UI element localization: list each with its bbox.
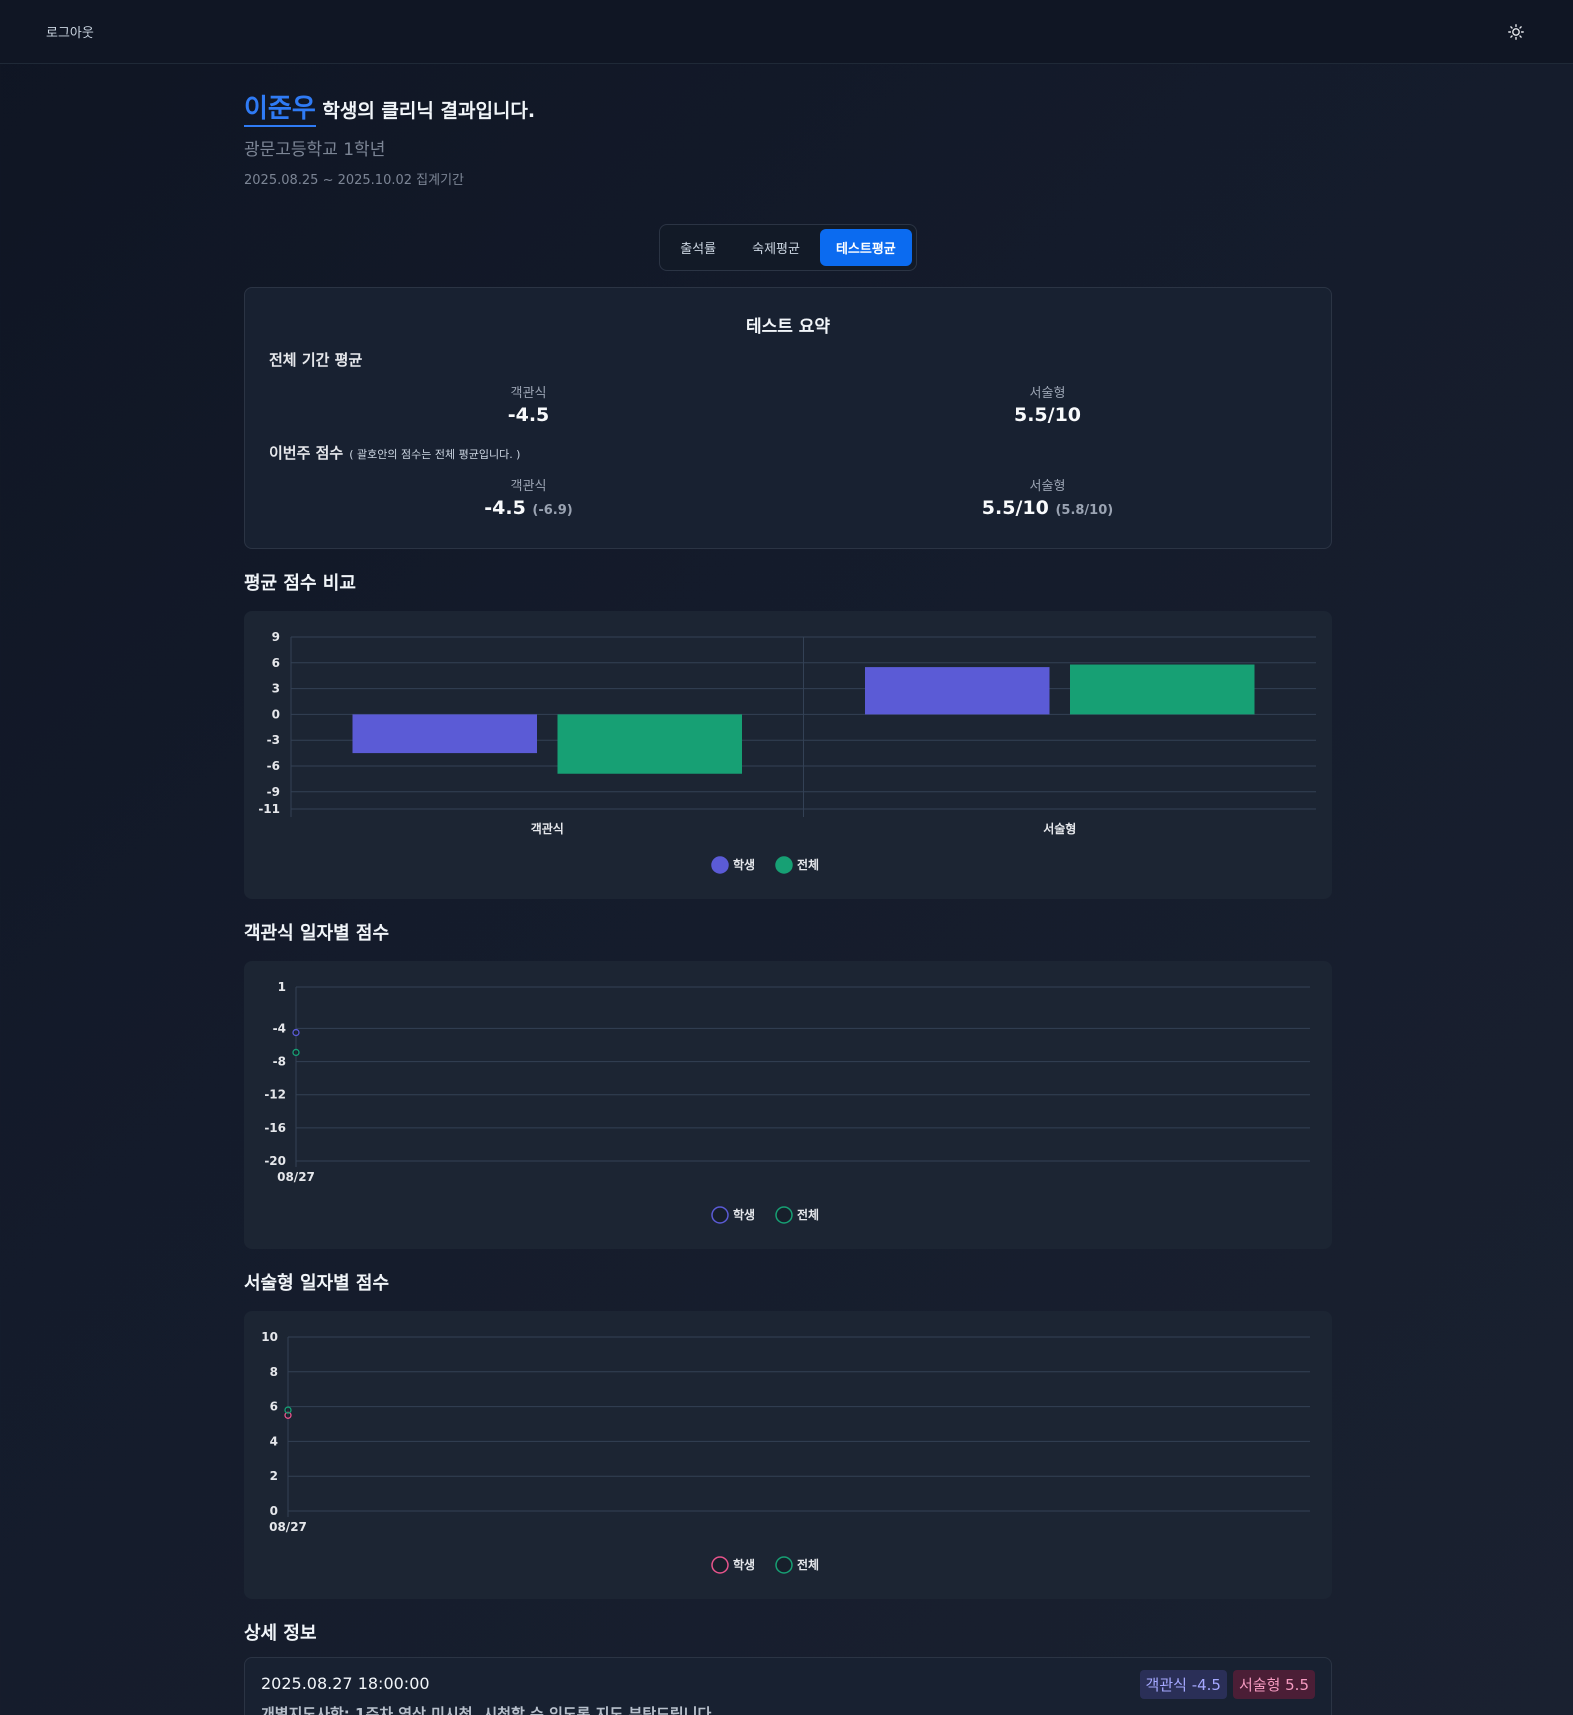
tab-bar: 출석률 숙제평균 테스트평균 <box>659 224 917 271</box>
stat-label: 객관식 <box>510 386 547 401</box>
bar-학생 <box>352 714 537 754</box>
legend-marker <box>711 1206 729 1224</box>
overall-descriptive-stat: 서술형 5.5/10 <box>788 382 1307 426</box>
stat-value: -4.5 <box>507 404 550 426</box>
y-tick-label: 4 <box>270 1434 278 1448</box>
avg-compare-title: 평균 점수 비교 <box>244 573 356 594</box>
y-tick-label: -3 <box>267 733 280 747</box>
point-전체 <box>284 1406 292 1414</box>
stat-value: 5.5/10 <box>1013 404 1082 426</box>
weekly-objective-stat: 객관식 -4.5 (-6.9) <box>269 475 788 519</box>
y-tick-label: -12 <box>264 1088 286 1102</box>
y-tick-label: 10 <box>261 1330 278 1344</box>
y-tick-label: 8 <box>270 1365 278 1379</box>
weekly-score-title: 이번주 점수 ( 괄호안의 점수는 전체 평균입니다. ) <box>269 442 1307 463</box>
sun-icon <box>1508 23 1524 40</box>
x-tick-label: 08/27 <box>277 1170 315 1184</box>
x-tick-label: 08/27 <box>269 1520 307 1534</box>
weekly-descriptive-stat: 서술형 5.5/10 (5.8/10) <box>788 475 1307 519</box>
y-tick-label: 0 <box>270 1504 278 1518</box>
legend-marker <box>711 1556 729 1574</box>
weekly-descriptive-value: 5.5/10 <box>981 497 1049 519</box>
weekly-note: ( 괄호안의 점수는 전체 평균입니다. ) <box>349 448 521 461</box>
y-tick-label: -20 <box>264 1154 286 1168</box>
y-tick-label: -8 <box>273 1055 286 1069</box>
weekly-objective-average: (-6.9) <box>532 503 573 518</box>
point-학생 <box>292 1028 300 1037</box>
overall-objective-stat: 객관식 -4.5 <box>269 382 788 426</box>
legend-label: 학생 <box>733 1207 755 1222</box>
page-title: 이준우 학생의 클리닉 결과입니다. <box>244 88 1332 127</box>
stat-label: 서술형 <box>1029 386 1066 401</box>
top-bar: 로그아웃 <box>0 0 1573 64</box>
bar-전체 <box>557 714 742 774</box>
y-tick-label: 6 <box>272 656 280 670</box>
x-tick-label: 서술형 <box>1043 821 1076 836</box>
y-tick-label: 6 <box>270 1400 278 1414</box>
descriptive-daily-svg: 10 8 6 4 2 0 08/27 학생 전체 <box>261 1330 1310 1574</box>
y-tick-label: -4 <box>273 1021 286 1035</box>
y-tick-label: -16 <box>264 1121 286 1135</box>
test-summary-card: 테스트 요약 전체 기간 평균 객관식 -4.5 서술형 5.5/10 이번주 … <box>244 287 1332 549</box>
stat-label: 서술형 <box>1029 479 1066 494</box>
legend-label: 전체 <box>797 1207 819 1222</box>
bar-학생 <box>865 667 1050 715</box>
tab-attendance[interactable]: 출석률 <box>664 229 732 266</box>
x-tick-label: 객관식 <box>531 821 564 836</box>
legend-marker <box>775 856 793 874</box>
y-tick-label: -9 <box>267 785 280 799</box>
legend-label: 전체 <box>797 857 819 872</box>
descriptive-daily-chart: 10 8 6 4 2 0 08/27 학생 전체 <box>244 1311 1332 1599</box>
objective-daily-svg: 1 -4 -8 -12 -16 -20 08/27 학생 전체 <box>264 980 1310 1224</box>
descriptive-score-badge: 서술형 5.5 <box>1232 1670 1315 1699</box>
y-tick-label: -11 <box>258 802 280 816</box>
overall-average-title: 전체 기간 평균 <box>269 351 363 369</box>
main-content: 이준우 학생의 클리닉 결과입니다. 광문고등학교 1학년 2025.08.25… <box>244 64 1332 1715</box>
weekly-descriptive-average: (5.8/10) <box>1055 503 1114 518</box>
detail-note: 개별지도사항: 1주차 영상 미시청, 시청할 수 있도록 지도 부탁드립니다. <box>261 1705 718 1715</box>
logout-button[interactable]: 로그아웃 <box>46 22 94 41</box>
period-label: 2025.08.25 ~ 2025.10.02 집계기간 <box>244 173 464 188</box>
theme-toggle-button[interactable] <box>1505 21 1527 43</box>
weekly-title-text: 이번주 점수 <box>269 444 344 462</box>
detail-item: 2025.08.27 18:00:00 개별지도사항: 1주차 영상 미시청, … <box>244 1657 1332 1715</box>
legend-marker <box>775 1556 793 1574</box>
student-name: 이준우 <box>244 94 316 127</box>
weekly-objective-value: -4.5 <box>484 497 526 519</box>
avg-compare-svg: 9 6 3 0 -3 -6 -9 -11 객관식 서술형학생 전체 <box>258 630 1316 874</box>
y-tick-label: 1 <box>278 980 286 994</box>
descriptive-daily-title: 서술형 일자별 점수 <box>244 1273 390 1294</box>
tab-homework-average[interactable]: 숙제평균 <box>736 229 816 266</box>
avg-compare-chart: 9 6 3 0 -3 -6 -9 -11 객관식 서술형학생 전체 <box>244 611 1332 899</box>
legend-label: 전체 <box>797 1557 819 1572</box>
legend-marker <box>711 856 729 874</box>
objective-daily-chart: 1 -4 -8 -12 -16 -20 08/27 학생 전체 <box>244 961 1332 1249</box>
stat-value: -4.5 (-6.9) <box>269 497 788 519</box>
hero: 이준우 학생의 클리닉 결과입니다. 광문고등학교 1학년 2025.08.25… <box>244 88 1332 188</box>
legend-label: 학생 <box>733 1557 755 1572</box>
legend-label: 학생 <box>733 857 755 872</box>
bar-전체 <box>1070 664 1255 715</box>
y-tick-label: 9 <box>272 630 280 644</box>
y-tick-label: 2 <box>270 1469 278 1483</box>
y-tick-label: 0 <box>272 707 280 721</box>
stat-value: 5.5/10 (5.8/10) <box>788 497 1307 519</box>
summary-title: 테스트 요약 <box>745 317 831 337</box>
tab-test-average[interactable]: 테스트평균 <box>819 229 912 266</box>
y-tick-label: -6 <box>267 759 280 773</box>
objective-daily-title: 객관식 일자별 점수 <box>244 923 390 944</box>
objective-score-badge: 객관식 -4.5 <box>1139 1670 1227 1699</box>
stat-label: 객관식 <box>510 479 547 494</box>
school-label: 광문고등학교 1학년 <box>244 140 386 160</box>
legend-marker <box>775 1206 793 1224</box>
page-title-suffix: 학생의 클리닉 결과입니다. <box>315 100 536 122</box>
y-tick-label: 3 <box>272 682 280 696</box>
point-전체 <box>292 1048 300 1057</box>
details-title: 상세 정보 <box>244 1623 317 1644</box>
